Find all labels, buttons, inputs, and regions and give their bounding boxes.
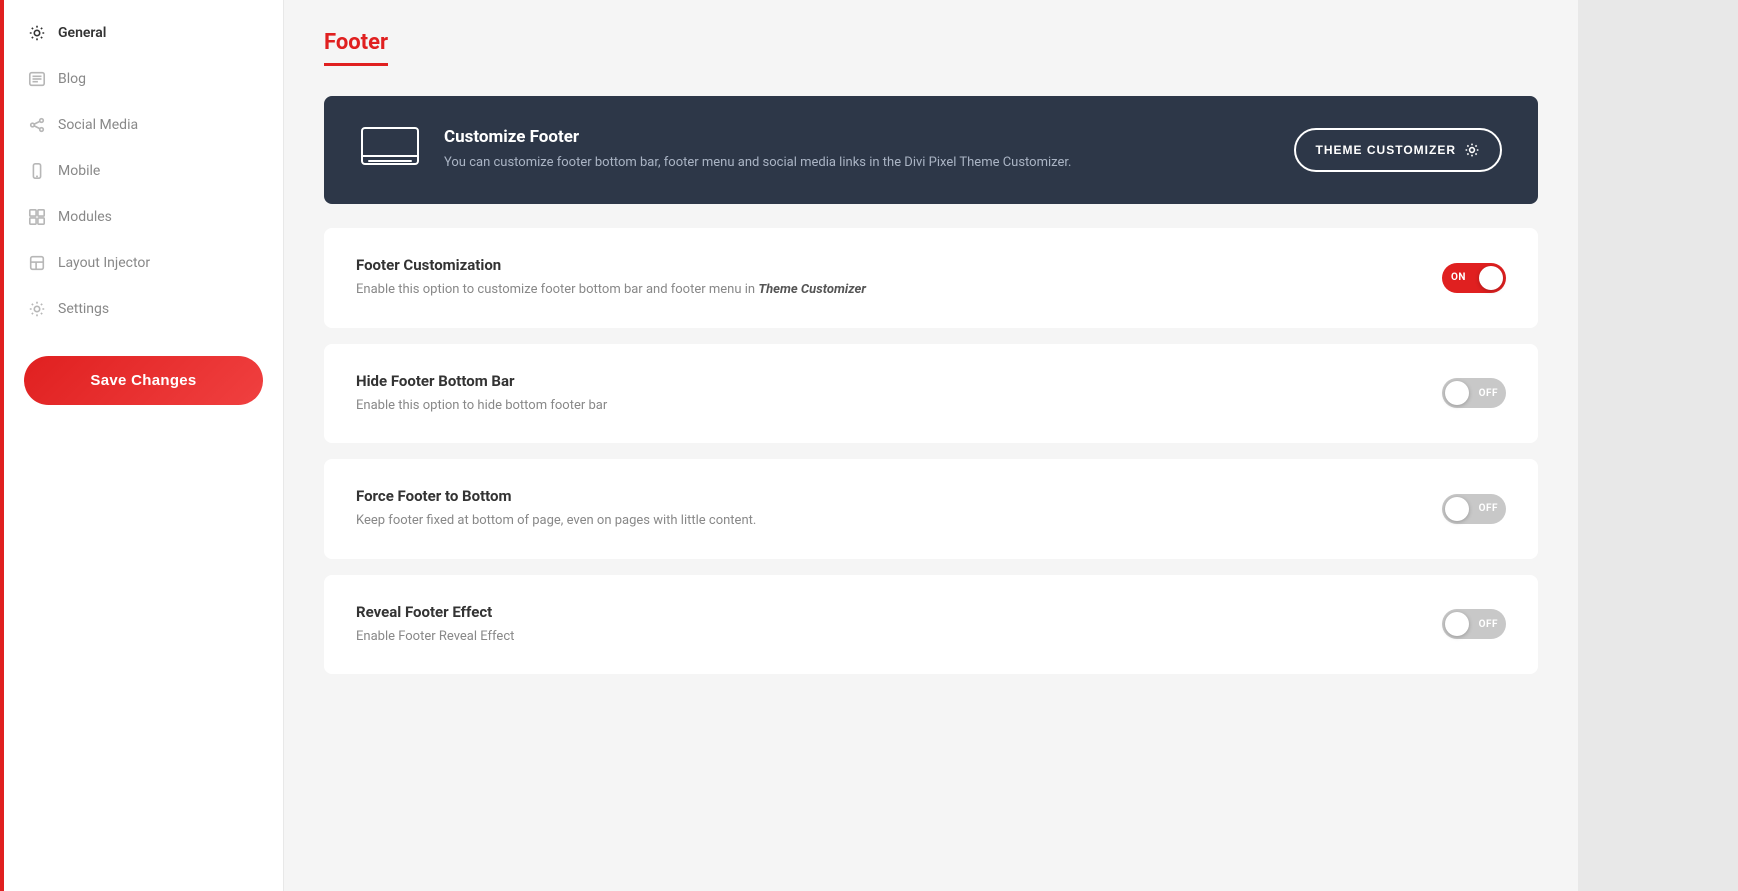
sidebar-label-general: General — [58, 25, 106, 41]
sidebar-label-mobile: Mobile — [58, 163, 100, 179]
main-content: Footer Customize Footer You can customiz… — [284, 0, 1578, 891]
sidebar-item-social-media[interactable]: Social Media — [4, 102, 283, 148]
hide-footer-bottom-bar-title: Hide Footer Bottom Bar — [356, 372, 956, 390]
layout-icon — [28, 254, 46, 272]
theme-customizer-button[interactable]: THEME CUSTOMIZER — [1294, 128, 1502, 172]
toggle-off-label-2: OFF — [1479, 503, 1498, 514]
customize-footer-banner: Customize Footer You can customize foote… — [324, 96, 1538, 204]
sidebar-item-blog[interactable]: Blog — [4, 56, 283, 102]
sidebar-item-modules[interactable]: Modules — [4, 194, 283, 240]
toggle-knob — [1479, 266, 1503, 290]
card-left-hide-footer: Hide Footer Bottom Bar Enable this optio… — [356, 372, 956, 416]
footer-customization-card: Footer Customization Enable this option … — [324, 228, 1538, 328]
toggle-on-label: ON — [1451, 272, 1466, 283]
toggle-off-label-3: OFF — [1479, 619, 1498, 630]
force-footer-title: Force Footer to Bottom — [356, 487, 956, 505]
footer-customization-link[interactable]: Theme Customizer — [758, 282, 866, 297]
footer-icon — [360, 126, 420, 174]
force-footer-desc: Keep footer fixed at bottom of page, eve… — [356, 511, 956, 531]
theme-customizer-label: THEME CUSTOMIZER — [1316, 143, 1456, 157]
sidebar-label-settings: Settings — [58, 301, 109, 317]
reveal-footer-toggle-wrap: OFF — [1442, 609, 1506, 639]
gear-small-icon — [1464, 142, 1480, 158]
sidebar-item-layout-injector[interactable]: Layout Injector — [4, 240, 283, 286]
mobile-icon — [28, 162, 46, 180]
sidebar-label-social-media: Social Media — [58, 117, 138, 133]
footer-customization-toggle-wrap: ON — [1442, 263, 1506, 293]
reveal-footer-title: Reveal Footer Effect — [356, 603, 956, 621]
toggle-knob-2 — [1445, 497, 1469, 521]
banner-title: Customize Footer — [444, 127, 1270, 147]
sidebar-item-general[interactable]: General — [4, 10, 283, 56]
reveal-footer-desc: Enable Footer Reveal Effect — [356, 627, 956, 647]
force-footer-toggle[interactable]: OFF — [1442, 494, 1506, 524]
save-changes-button[interactable]: Save Changes — [24, 356, 263, 405]
hide-footer-bottom-bar-desc: Enable this option to hide bottom footer… — [356, 396, 956, 416]
toggle-knob-1 — [1445, 381, 1469, 405]
social-icon — [28, 116, 46, 134]
modules-icon — [28, 208, 46, 226]
hide-footer-bottom-bar-card: Hide Footer Bottom Bar Enable this optio… — [324, 344, 1538, 444]
right-panel — [1578, 0, 1738, 891]
toggle-knob-3 — [1445, 612, 1469, 636]
hide-footer-toggle[interactable]: OFF — [1442, 378, 1506, 408]
reveal-footer-effect-card: Reveal Footer Effect Enable Footer Revea… — [324, 575, 1538, 675]
footer-customization-title: Footer Customization — [356, 256, 956, 274]
settings-icon — [28, 300, 46, 318]
sidebar-label-blog: Blog — [58, 71, 86, 87]
footer-customization-desc: Enable this option to customize footer b… — [356, 280, 956, 300]
blog-icon — [28, 70, 46, 88]
card-left-force-footer: Force Footer to Bottom Keep footer fixed… — [356, 487, 956, 531]
sidebar-label-modules: Modules — [58, 209, 112, 225]
reveal-footer-toggle[interactable]: OFF — [1442, 609, 1506, 639]
sidebar-label-layout-injector: Layout Injector — [58, 255, 150, 271]
banner-text: Customize Footer You can customize foote… — [444, 127, 1270, 173]
toggle-off-label-1: OFF — [1479, 388, 1498, 399]
banner-description: You can customize footer bottom bar, foo… — [444, 153, 1270, 173]
save-button-wrapper: Save Changes — [4, 332, 283, 429]
footer-customization-toggle[interactable]: ON — [1442, 263, 1506, 293]
gear-icon — [28, 24, 46, 42]
card-left-footer-customization: Footer Customization Enable this option … — [356, 256, 956, 300]
sidebar-item-mobile[interactable]: Mobile — [4, 148, 283, 194]
sidebar: General Blog Social Media Mobile — [4, 0, 284, 891]
force-footer-toggle-wrap: OFF — [1442, 494, 1506, 524]
page-title: Footer — [324, 30, 388, 66]
sidebar-item-settings[interactable]: Settings — [4, 286, 283, 332]
force-footer-to-bottom-card: Force Footer to Bottom Keep footer fixed… — [324, 459, 1538, 559]
hide-footer-toggle-wrap: OFF — [1442, 378, 1506, 408]
card-left-reveal-footer: Reveal Footer Effect Enable Footer Revea… — [356, 603, 956, 647]
